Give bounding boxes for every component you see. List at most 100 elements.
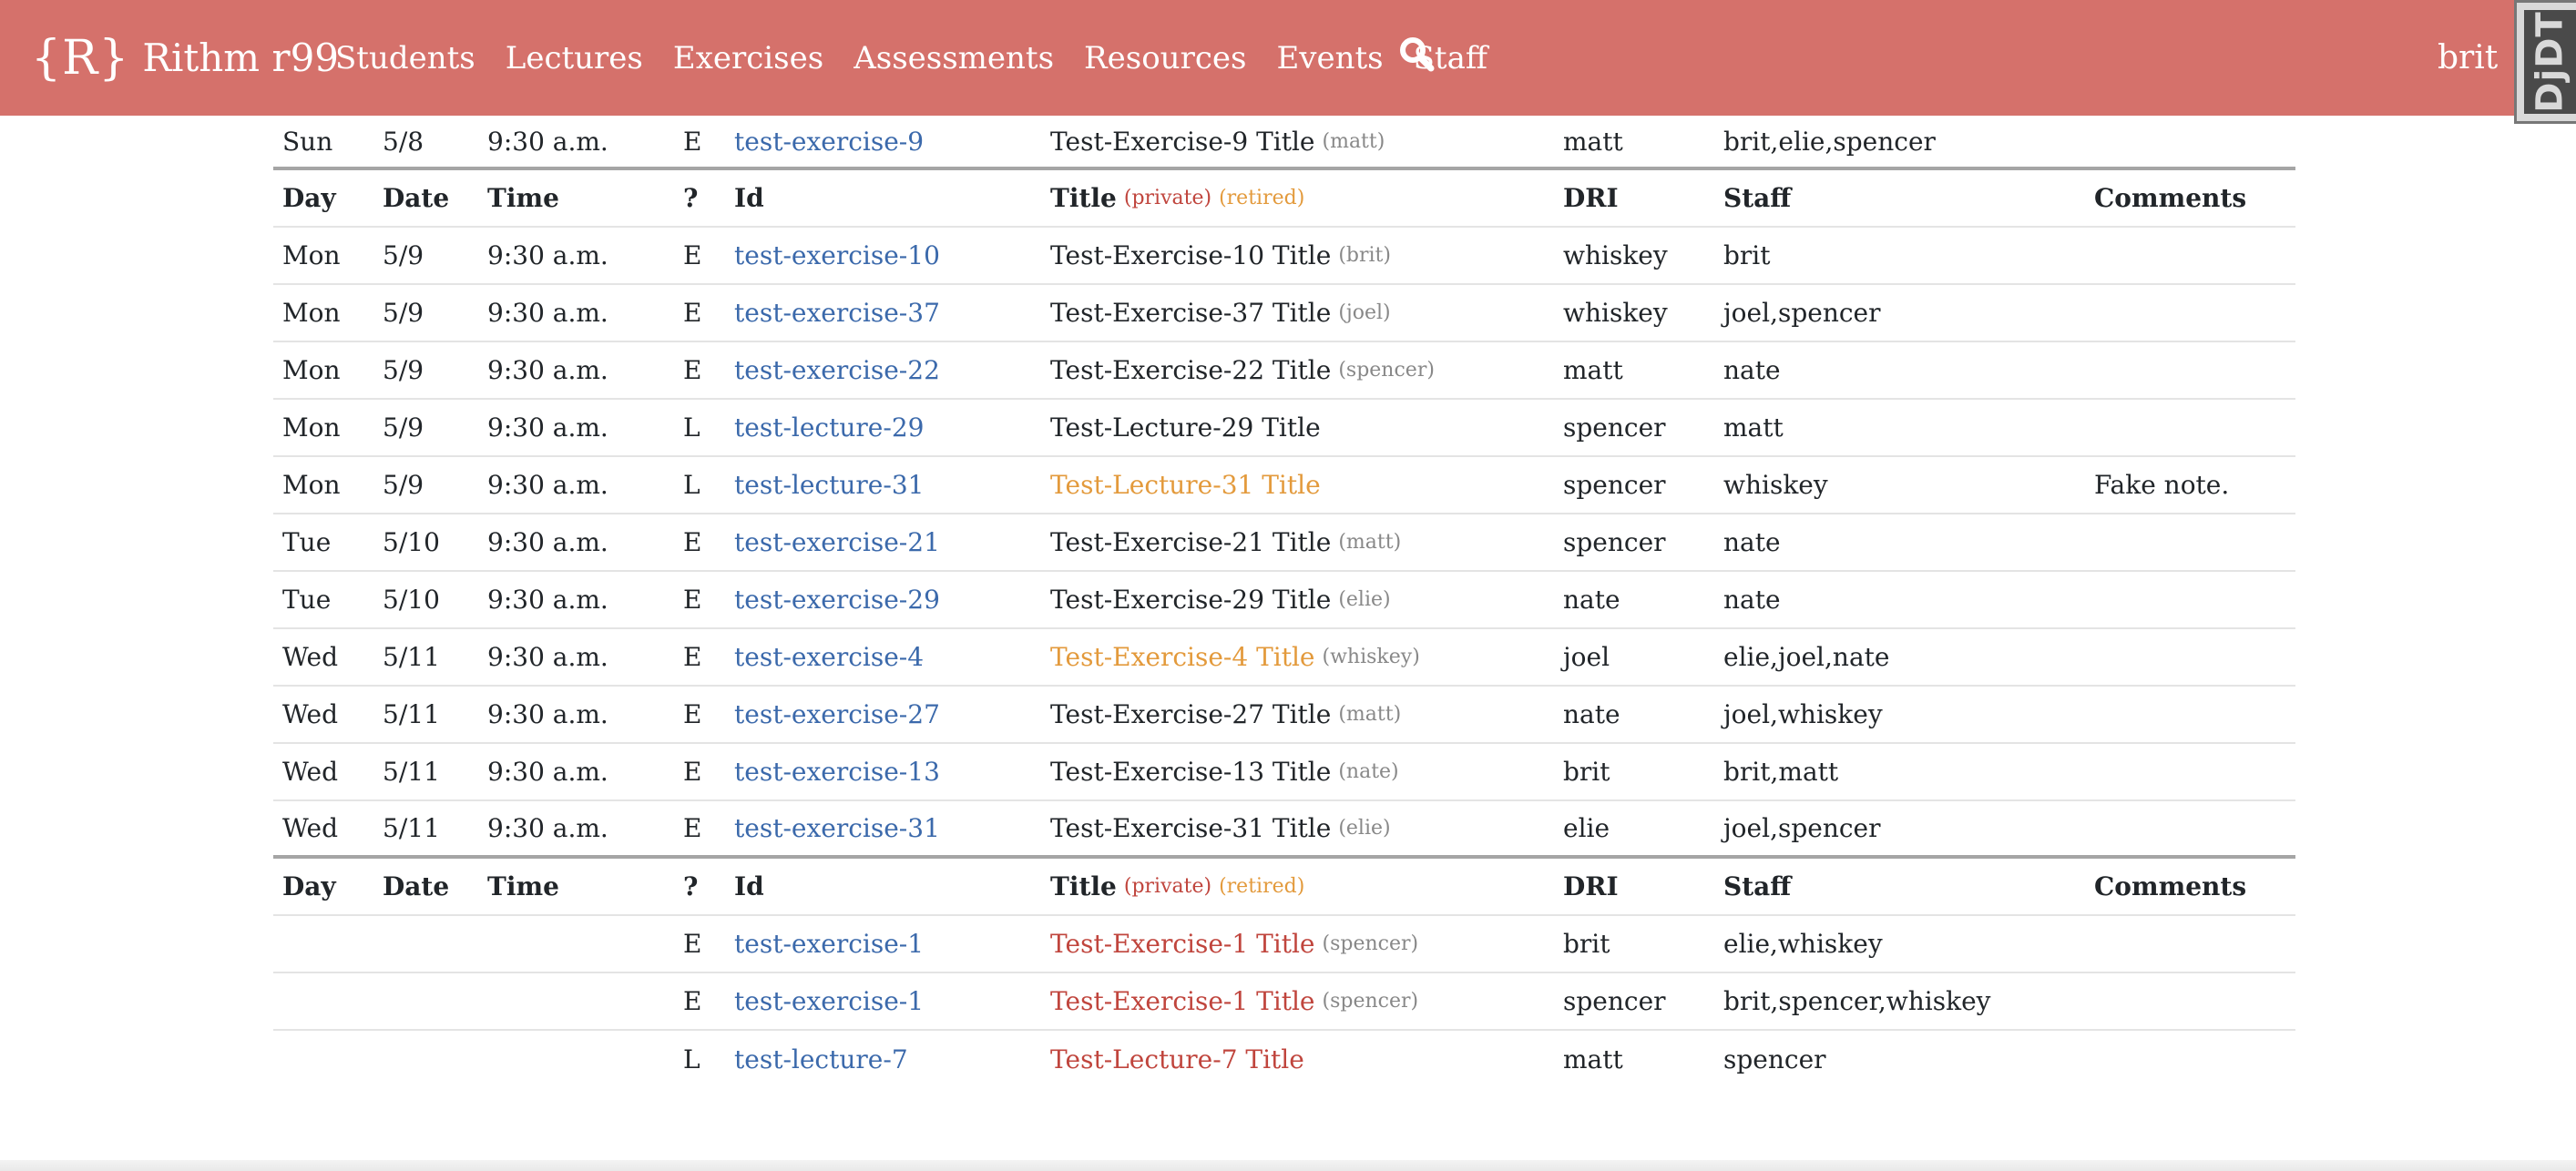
nav-events[interactable]: Events: [1276, 40, 1383, 76]
cell-date: 5/9: [383, 298, 424, 328]
cell-id-link[interactable]: test-exercise-9: [734, 116, 924, 167]
cell-id-link[interactable]: test-exercise-10: [734, 228, 940, 283]
cell-id-link[interactable]: test-exercise-21: [734, 514, 940, 570]
cell-dri: spencer: [1563, 470, 1666, 500]
cell-id-link[interactable]: test-exercise-27: [734, 687, 940, 742]
cell-staff: nate: [1723, 527, 1781, 557]
header-title: Title (private) (retired): [1050, 859, 1304, 914]
cell-day: Mon: [282, 470, 341, 500]
title-text: Test-Exercise-31 Title: [1050, 813, 1332, 843]
cell-time: 9:30 a.m.: [487, 813, 608, 843]
cell-kind: E: [683, 298, 702, 328]
cell-day: Mon: [282, 240, 341, 270]
cell-id-link[interactable]: test-exercise-29: [734, 572, 940, 627]
cell-title: Test-Exercise-37 Title (joel): [1050, 285, 1391, 341]
debug-toolbar-toggle[interactable]: DjDT: [2514, 0, 2576, 124]
table-row: Wed 5/11 9:30 a.m. Eelie joel,spencer test-ex…: [273, 801, 2295, 859]
debug-toolbar-label: DjDT: [2529, 11, 2571, 113]
cell-time: 9:30 a.m.: [487, 412, 608, 443]
cell-id-link[interactable]: test-exercise-13: [734, 744, 940, 799]
cell-id-link[interactable]: test-lecture-31: [734, 457, 924, 513]
table-row: Mon 5/9 9:30 a.m. Lspencer matt test-lecture-…: [273, 400, 2295, 457]
cell-day: Wed: [282, 813, 338, 843]
cell-date: 5/9: [383, 470, 424, 500]
cell-id-link[interactable]: test-exercise-1: [734, 916, 924, 972]
search-icon[interactable]: [1398, 36, 1435, 72]
page-bottom-edge: [0, 1160, 2576, 1171]
cell-time: 9:30 a.m.: [487, 126, 608, 157]
brand-name: Rithm r99: [142, 36, 340, 80]
header-id: Id: [734, 183, 764, 213]
cell-id-link[interactable]: test-lecture-29: [734, 400, 924, 455]
cell-id-link[interactable]: test-exercise-37: [734, 285, 940, 341]
cell-dri: brit: [1563, 757, 1610, 787]
header-retired-tag: (retired): [1219, 875, 1305, 898]
cell-id-link[interactable]: test-exercise-31: [734, 801, 940, 855]
cell-title: Test-Exercise-10 Title (brit): [1050, 228, 1391, 283]
table-header-row: Day Date Time? Id DRI Staff Comments Title (priv…: [273, 170, 2295, 228]
cell-title: Test-Exercise-31 Title (elie): [1050, 801, 1391, 855]
header-date: Date: [383, 871, 450, 901]
cell-staff: elie,joel,nate: [1723, 642, 1890, 672]
cell-kind: E: [683, 929, 702, 959]
title-text: Test-Lecture-7 Title: [1050, 1044, 1304, 1074]
cell-day: Mon: [282, 298, 341, 328]
nav-exercises[interactable]: Exercises: [673, 40, 823, 76]
header-time: Time: [487, 183, 559, 213]
cell-staff: brit,elie,spencer: [1723, 126, 1936, 157]
cell-time: 9:30 a.m.: [487, 240, 608, 270]
header-staff: Staff: [1723, 871, 1792, 901]
cell-kind: L: [683, 1044, 700, 1074]
title-owner: (spencer): [1322, 932, 1419, 955]
cell-title: Test-Exercise-9 Title (matt): [1050, 116, 1385, 167]
title-text: Test-Exercise-37 Title: [1050, 298, 1332, 328]
cell-dri: spencer: [1563, 412, 1666, 443]
cell-staff: brit: [1723, 240, 1771, 270]
cell-kind: E: [683, 986, 702, 1016]
cell-date: 5/9: [383, 412, 424, 443]
cell-id-link[interactable]: test-exercise-22: [734, 342, 940, 398]
cell-dri: spencer: [1563, 527, 1666, 557]
brand-logo[interactable]: {R} Rithm r99: [31, 0, 339, 116]
table-row: Wed 5/11 9:30 a.m. Enate joel,whiskey test-ex…: [273, 687, 2295, 744]
cell-id-link[interactable]: test-exercise-4: [734, 629, 924, 685]
cell-id-link[interactable]: test-exercise-1: [734, 973, 924, 1029]
cell-kind: E: [683, 240, 702, 270]
title-text: Test-Lecture-31 Title: [1050, 470, 1321, 500]
table-row: Wed 5/11 9:30 a.m. Ebrit brit,matt test-exerc…: [273, 744, 2295, 801]
title-owner: (spencer): [1338, 359, 1435, 382]
cell-date: 5/8: [383, 126, 424, 157]
nav-lectures[interactable]: Lectures: [506, 40, 643, 76]
cell-day: Mon: [282, 355, 341, 385]
cell-kind: E: [683, 355, 702, 385]
cell-id-link[interactable]: test-lecture-7: [734, 1031, 908, 1088]
header-day: Day: [282, 871, 336, 901]
header-retired-tag: (retired): [1219, 187, 1305, 209]
nav-resources[interactable]: Resources: [1084, 40, 1246, 76]
cell-title: Test-Exercise-21 Title (matt): [1050, 514, 1401, 570]
cell-staff: nate: [1723, 585, 1781, 615]
cell-staff: nate: [1723, 355, 1781, 385]
cell-dri: spencer: [1563, 986, 1666, 1016]
cell-time: 9:30 a.m.: [487, 699, 608, 729]
cell-day: Wed: [282, 757, 338, 787]
cell-title: Test-Exercise-29 Title (elie): [1050, 572, 1391, 627]
nav-students[interactable]: Students: [335, 40, 475, 76]
cell-dri: brit: [1563, 929, 1610, 959]
title-owner: (elie): [1338, 588, 1391, 611]
title-owner: (matt): [1338, 703, 1402, 726]
header-private-tag: (private): [1123, 187, 1212, 209]
table-row: Mon 5/9 9:30 a.m. Ematt nate test-exercise-22…: [273, 342, 2295, 400]
cell-staff: brit,spencer,whiskey: [1723, 986, 1991, 1016]
nav-assessments[interactable]: Assessments: [854, 40, 1054, 76]
title-owner: (matt): [1322, 129, 1385, 153]
table-row: Mon 5/9 9:30 a.m. Lspencer whiskey Fake note.…: [273, 457, 2295, 514]
cell-staff: joel,whiskey: [1723, 699, 1883, 729]
title-text: Test-Exercise-21 Title: [1050, 527, 1332, 557]
cell-day: Wed: [282, 699, 338, 729]
header-staff: Staff: [1723, 183, 1792, 213]
header-day: Day: [282, 183, 336, 213]
title-text: Test-Exercise-27 Title: [1050, 699, 1332, 729]
cell-day: Tue: [282, 527, 332, 557]
table-row: Lmatt spencer test-lecture-7 Test-Lecture-7…: [273, 1031, 2295, 1088]
